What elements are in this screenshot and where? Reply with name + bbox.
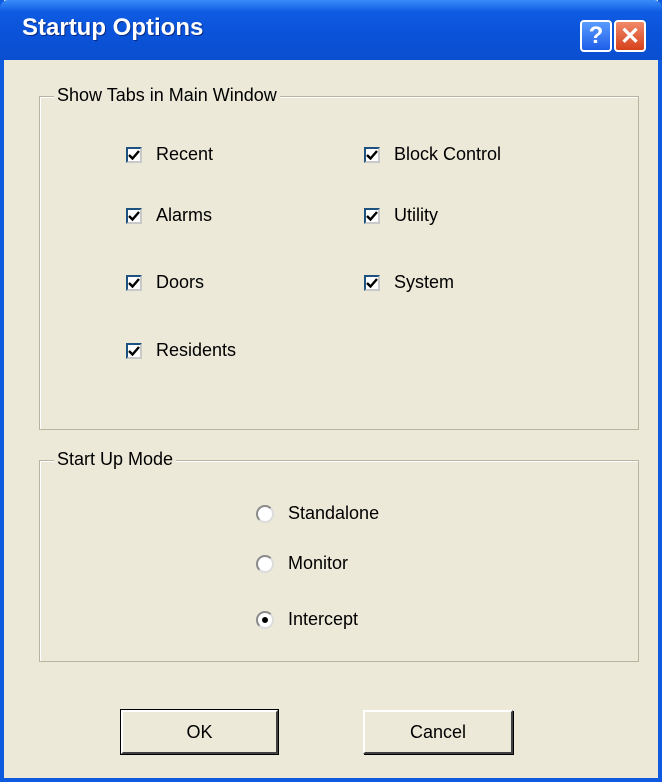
checkbox-doors[interactable]: Doors xyxy=(126,272,204,293)
checkmark-icon xyxy=(366,277,378,288)
radio-circle[interactable] xyxy=(256,554,274,573)
show-tabs-legend: Show Tabs in Main Window xyxy=(54,85,280,106)
checkbox-label: Residents xyxy=(156,340,237,360)
checkbox-box[interactable] xyxy=(126,207,142,224)
radio-circle[interactable] xyxy=(256,504,274,523)
checkbox-box[interactable] xyxy=(126,274,142,291)
checkbox-box[interactable] xyxy=(364,274,380,291)
checkbox-block-control[interactable]: Block Control xyxy=(364,144,501,165)
checkbox-label: Utility xyxy=(394,205,438,225)
checkbox-label: Recent xyxy=(156,144,214,164)
checkbox-utility[interactable]: Utility xyxy=(364,205,438,226)
startup-mode-legend: Start Up Mode xyxy=(54,449,177,470)
checkbox-box[interactable] xyxy=(364,146,380,163)
cancel-button[interactable]: Cancel xyxy=(363,710,513,754)
checkbox-system[interactable]: System xyxy=(364,272,454,293)
checkmark-icon xyxy=(366,210,378,221)
radio-selected-dot xyxy=(262,616,268,623)
radio-label: Standalone xyxy=(288,503,380,523)
checkmark-icon xyxy=(128,210,140,221)
radio-standalone[interactable]: Standalone xyxy=(256,503,379,524)
checkbox-box[interactable] xyxy=(364,207,380,224)
checkbox-alarms[interactable]: Alarms xyxy=(126,205,212,226)
ok-button[interactable]: OK xyxy=(120,709,279,755)
close-button[interactable]: ✕ xyxy=(614,20,646,52)
checkmark-icon xyxy=(366,149,378,160)
checkbox-box[interactable] xyxy=(126,342,142,359)
checkbox-label: System xyxy=(394,272,455,292)
checkbox-label: Alarms xyxy=(156,205,213,225)
window-title: Startup Options xyxy=(22,14,204,41)
help-button[interactable]: ? xyxy=(580,20,612,52)
radio-circle[interactable] xyxy=(256,610,274,629)
checkbox-recent[interactable]: Recent xyxy=(126,144,213,165)
radio-intercept[interactable]: Intercept xyxy=(256,609,358,630)
checkmark-icon xyxy=(128,277,140,288)
checkbox-label: Doors xyxy=(156,272,205,292)
checkmark-icon xyxy=(128,149,140,160)
checkbox-box[interactable] xyxy=(126,146,142,163)
radio-label: Monitor xyxy=(288,553,349,573)
startup-options-dialog: Startup Options ? ✕ Show Tabs in Main Wi… xyxy=(0,0,662,782)
radio-label: Intercept xyxy=(288,609,359,629)
radio-monitor[interactable]: Monitor xyxy=(256,553,348,574)
checkbox-residents[interactable]: Residents xyxy=(126,340,236,361)
checkmark-icon xyxy=(128,345,140,356)
title-bar[interactable]: Startup Options ? ✕ xyxy=(0,0,662,60)
checkbox-label: Block Control xyxy=(394,144,502,164)
